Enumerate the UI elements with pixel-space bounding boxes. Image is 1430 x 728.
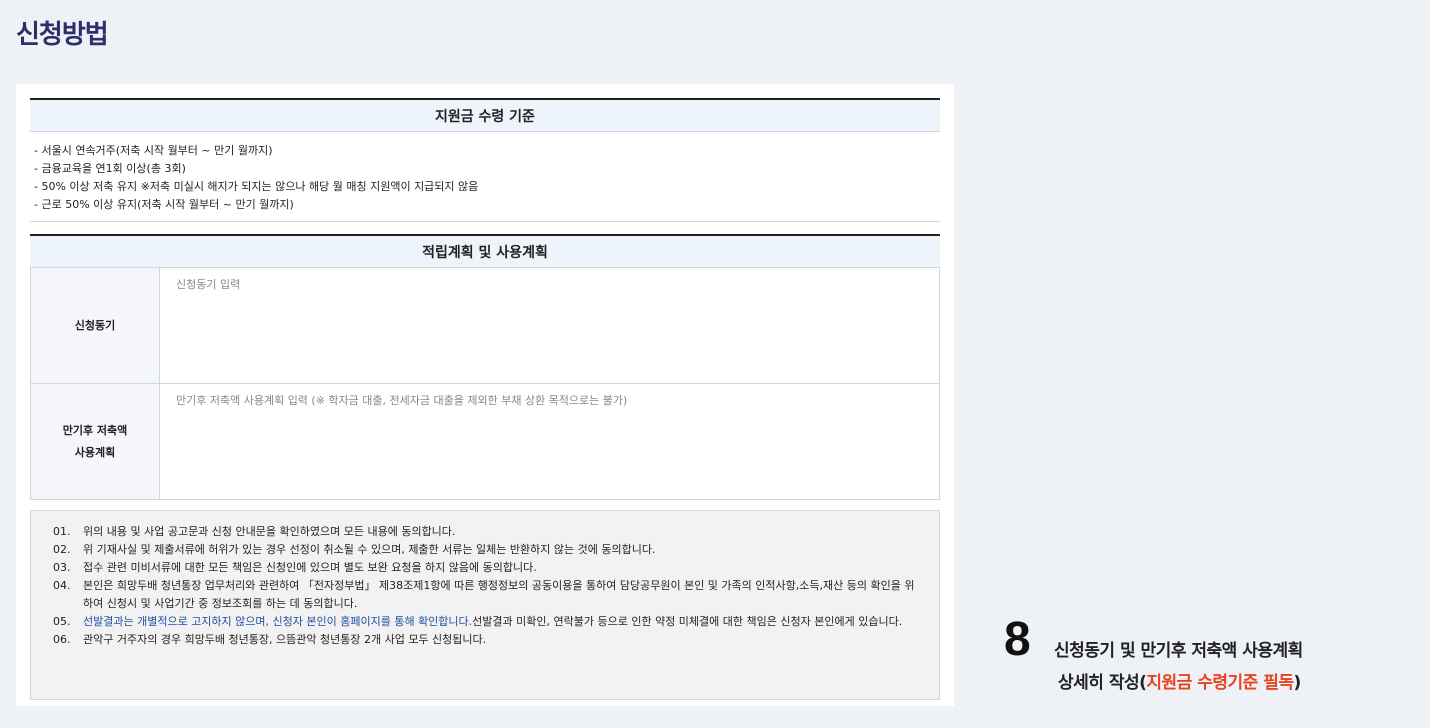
agreement-text: 위의 내용 및 사업 공고문과 신청 안내문을 확인하였으며 모든 내용에 동의… [83, 525, 456, 538]
agreement-number: 06. [53, 633, 71, 646]
usage-plan-input[interactable] [160, 384, 940, 499]
usage-label: 만기후 저축액 사용계획 [30, 384, 160, 499]
agreement-item: 02. 위 기재사실 및 제출서류에 허위가 있는 경우 선정이 취소될 수 있… [53, 541, 917, 559]
agreement-box: 01. 위의 내용 및 사업 공고문과 신청 안내문을 확인하였으며 모든 내용… [30, 510, 940, 700]
usage-row: 만기후 저축액 사용계획 [30, 384, 940, 500]
agreement-text: 위 기재사실 및 제출서류에 허위가 있는 경우 선정이 취소될 수 있으며, … [83, 543, 656, 556]
step-note-prefix: 상세히 작성( [1058, 673, 1147, 693]
agreement-text: 접수 관련 미비서류에 대한 모든 책임은 신청인에 있으며 별도 보완 요청을… [83, 561, 537, 574]
agreement-item: 04. 본인은 희망두배 청년통장 업무처리와 관련하여 「전자정부법」 제38… [53, 577, 917, 613]
agreement-number: 01. [53, 525, 71, 538]
agreement-rest: 선발결과 미확인, 연락불가 등으로 인한 약정 미체결에 대한 책임은 신청자… [472, 615, 903, 628]
step-note-highlight: 지원금 수령기준 필독 [1146, 673, 1294, 693]
plan-header: 적립계획 및 사용계획 [30, 234, 940, 268]
agreement-text: 관악구 거주자의 경우 희망두배 청년통장, 으뜸관악 청년통장 2개 사업 모… [83, 633, 487, 646]
agreement-number: 03. [53, 561, 71, 574]
agreement-number: 05. [53, 615, 71, 628]
agreement-item: 01. 위의 내용 및 사업 공고문과 신청 안내문을 확인하였으며 모든 내용… [53, 523, 917, 541]
agreement-number: 04. [53, 579, 71, 592]
criteria-list: - 서울시 연속거주(저축 시작 월부터 ~ 만기 월까지) - 금융교육을 연… [30, 132, 940, 222]
agreement-number: 02. [53, 543, 71, 556]
motive-input[interactable] [160, 268, 940, 383]
step-note-line2: 상세히 작성(지원금 수령기준 필독) [1058, 668, 1301, 693]
agreement-item: 05. 선발결과는 개별적으로 고지하지 않으며, 신청자 본인이 홈페이지를 … [53, 613, 917, 631]
agreement-highlight: 선발결과는 개별적으로 고지하지 않으며, 신청자 본인이 홈페이지를 통해 확… [83, 615, 473, 628]
criteria-header: 지원금 수령 기준 [30, 98, 940, 132]
application-form-screenshot: 지원금 수령 기준 - 서울시 연속거주(저축 시작 월부터 ~ 만기 월까지)… [16, 84, 954, 706]
step-note-suffix: ) [1293, 673, 1302, 693]
criteria-item: - 근로 50% 이상 유지(저축 시작 월부터 ~ 만기 월까지) [34, 198, 294, 211]
criteria-item: - 50% 이상 저축 유지 ※저축 미실시 해지가 되지는 않으나 해당 월 … [34, 180, 479, 193]
step-note-line1: 신청동기 및 만기후 저축액 사용계획 [1054, 641, 1303, 661]
agreement-text: 선발결과는 개별적으로 고지하지 않으며, 신청자 본인이 홈페이지를 통해 확… [83, 613, 917, 631]
criteria-item: - 금융교육을 연1회 이상(총 3회) [34, 162, 186, 175]
motive-row: 신청동기 [30, 268, 940, 384]
agreement-text: 본인은 희망두배 청년통장 업무처리와 관련하여 「전자정부법」 제38조제1항… [83, 579, 915, 610]
page-title: 신청방법 [16, 20, 109, 50]
agreement-item: 06. 관악구 거주자의 경우 희망두배 청년통장, 으뜸관악 청년통장 2개 … [53, 631, 917, 649]
motive-label: 신청동기 [30, 268, 160, 383]
step-number: 8 [1004, 613, 1031, 666]
criteria-item: - 서울시 연속거주(저축 시작 월부터 ~ 만기 월까지) [34, 144, 273, 157]
agreement-item: 03. 접수 관련 미비서류에 대한 모든 책임은 신청인에 있으며 별도 보완… [53, 559, 917, 577]
